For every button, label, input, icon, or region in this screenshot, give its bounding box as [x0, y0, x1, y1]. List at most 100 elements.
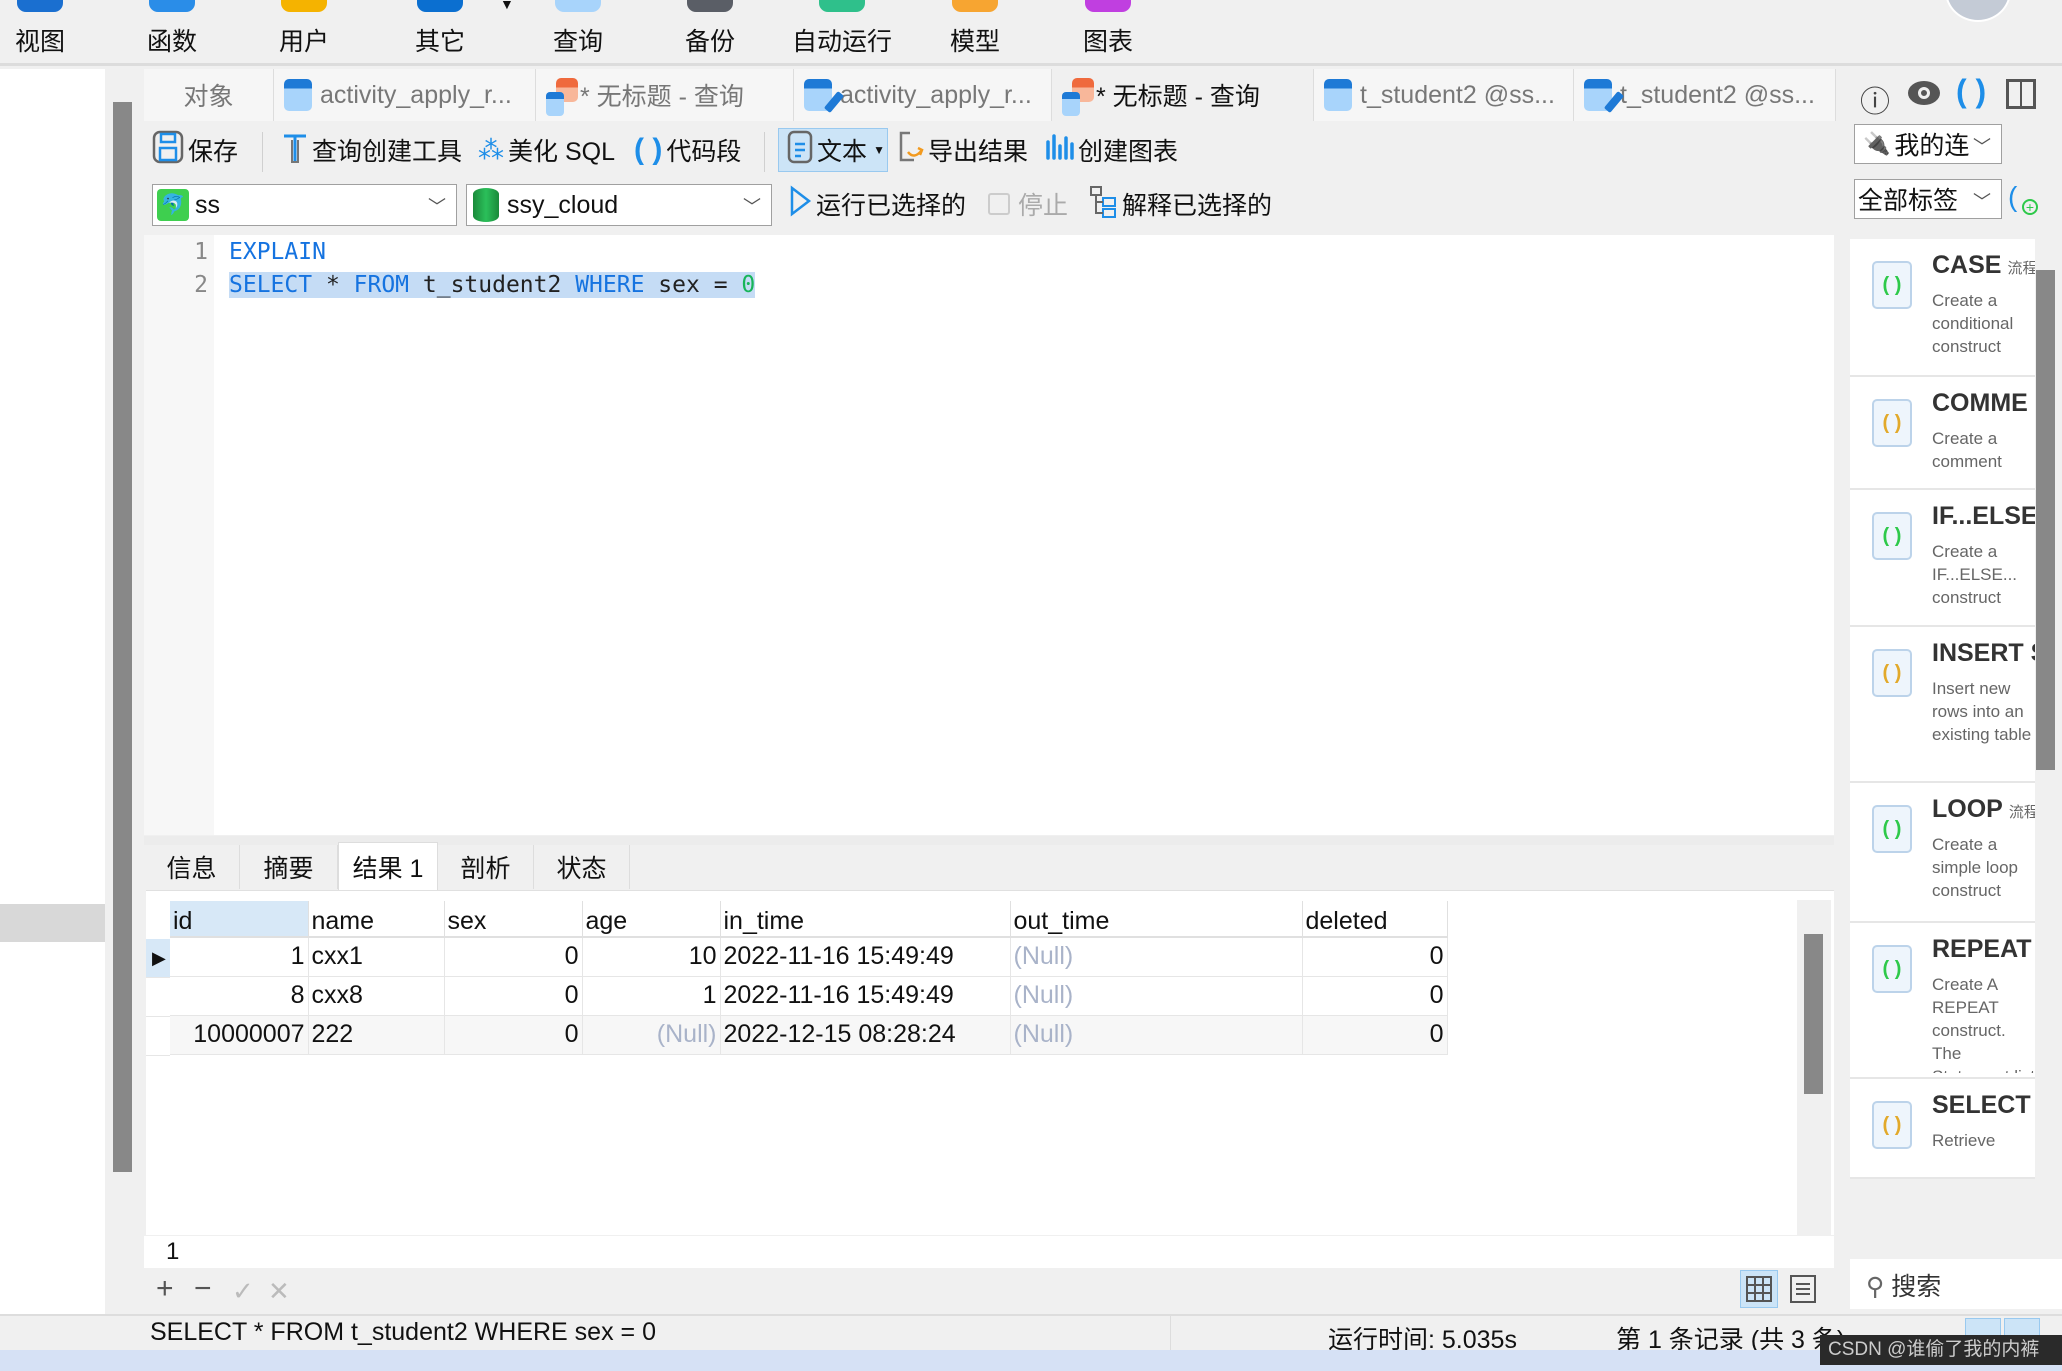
table-cell[interactable]: 2022-11-16 15:49:49 [720, 937, 1011, 977]
ribbon-item[interactable]: 模型 [915, 0, 1035, 62]
snippet-title: INSERT S [1932, 639, 2035, 668]
snippet-item[interactable]: ( ) REPEAT Create A REPEAT construct. The … [1850, 923, 2035, 1079]
table-cell[interactable]: 1 [170, 937, 309, 977]
sql-editor[interactable]: 1 EXPLAIN 2 SELECT * FROM t_student2 WHERE … [144, 235, 1834, 835]
ribbon-item[interactable]: 函数 [112, 0, 232, 62]
ribbon-item[interactable]: 备份 [650, 0, 770, 62]
export-results-button[interactable]: 导出结果 [896, 128, 1028, 172]
form-view-button[interactable] [1784, 1270, 1822, 1308]
result-tab[interactable]: 状态 [534, 845, 630, 889]
column-header[interactable]: name [308, 901, 445, 938]
column-header[interactable]: deleted [1302, 901, 1448, 938]
preview-eye-icon[interactable] [1908, 81, 1940, 105]
table-cell[interactable]: 222 [308, 1015, 445, 1055]
info-icon[interactable]: ⓘ [1860, 77, 1890, 121]
database-select[interactable]: ssy_cloud ﹀ [466, 184, 772, 226]
layout-grid-icon[interactable] [2006, 79, 2036, 109]
navigation-selected-item[interactable] [0, 904, 105, 942]
run-selected-button[interactable]: 运行已选择的 [788, 182, 966, 226]
table-cell[interactable]: 0 [444, 976, 583, 1016]
table-cell[interactable]: 0 [1302, 976, 1448, 1016]
snippet-item[interactable]: ( ) SELECT S Retrieve [1850, 1079, 2035, 1179]
save-label: 保存 [188, 138, 239, 166]
others-dropdown-icon[interactable]: ▼ [500, 0, 514, 12]
query-builder-button[interactable]: 查询创建工具 [282, 128, 462, 172]
code-snippet-button[interactable]: ( ) 代码段 [634, 128, 741, 172]
column-header[interactable]: id [170, 901, 309, 938]
discard-changes-icon[interactable]: ✕ [268, 1276, 290, 1307]
connection-filter-select[interactable]: 🔌 我的连 ﹀ [1854, 124, 2002, 164]
dropdown-arrow-icon[interactable]: ▼ [873, 143, 885, 157]
ribbon-item[interactable]: 自动运行 [782, 0, 902, 62]
row-marker[interactable]: ▶ [146, 939, 170, 978]
result-tab[interactable]: 结果 1 [338, 842, 438, 890]
table-cell[interactable]: cxx1 [308, 937, 445, 977]
add-row-icon[interactable]: + [156, 1272, 174, 1306]
row-marker[interactable] [146, 978, 170, 1017]
tab[interactable]: * 无标题 - 查询 [536, 69, 794, 121]
table-cell[interactable]: 0 [1302, 937, 1448, 977]
table-cell[interactable]: (Null) [1010, 937, 1303, 977]
snippet-search[interactable]: ⚲ 搜索 [1850, 1259, 2062, 1309]
tab[interactable]: 对象 [144, 69, 274, 121]
table-row[interactable]: 1 cxx1 0 10 2022-11-16 15:49:49 (Null) 0 [170, 937, 1448, 977]
table-row[interactable]: 10000007 222 0 (Null) 2022-12-15 08:28:24 (Nu… [170, 1015, 1448, 1055]
table-cell[interactable]: 10 [582, 937, 721, 977]
snippet-scrollbar[interactable] [2036, 270, 2055, 770]
snippet-item[interactable]: ( ) IF...ELSE Create a IF...ELSE... constr… [1850, 490, 2035, 627]
status-divider [1170, 1316, 1171, 1350]
table-cell[interactable]: 0 [444, 937, 583, 977]
ribbon-item[interactable]: 图表 [1048, 0, 1168, 62]
result-tab[interactable]: 信息 [144, 845, 240, 889]
snippet-brackets-icon[interactable]: ( ) [1956, 73, 1986, 110]
tab[interactable]: t_student2 @ss... [1574, 69, 1836, 121]
table-cell[interactable]: (Null) [1010, 976, 1303, 1016]
tag-filter-select[interactable]: 全部标签 ﹀ [1854, 179, 2002, 219]
ribbon-item[interactable]: 视图 [0, 0, 100, 62]
table-cell[interactable]: 1 [582, 976, 721, 1016]
ribbon-item[interactable]: 用户 [244, 0, 364, 62]
document-tabs: 对象 activity_apply_r... * 无标题 - 查询 activity_… [144, 69, 1836, 121]
delete-row-icon[interactable]: − [194, 1272, 212, 1306]
table-cell[interactable]: (Null) [582, 1015, 721, 1055]
table-cell[interactable]: 0 [1302, 1015, 1448, 1055]
snippet-item[interactable]: ( ) COMME Create a comment [1850, 377, 2035, 490]
result-tab[interactable]: 剖析 [438, 845, 534, 889]
column-header[interactable]: in_time [720, 901, 1011, 938]
table-cell[interactable]: 10000007 [170, 1015, 309, 1055]
beautify-sql-button[interactable]: ⁂ 美化 SQL [478, 128, 615, 172]
new-snippet-button[interactable]: (+ [2008, 181, 2038, 215]
explain-selected-button[interactable]: 解释已选择的 [1088, 182, 1272, 226]
create-chart-button[interactable]: 创建图表 [1044, 128, 1178, 172]
tab[interactable]: activity_apply_r... [794, 69, 1052, 121]
ribbon-item[interactable]: 其它 [380, 0, 500, 62]
tab-label: t_student2 @ss... [1620, 80, 1815, 109]
snippet-item[interactable]: ( ) LOOP 流程 Create a simple loop construct [1850, 783, 2035, 923]
table-cell[interactable]: 0 [444, 1015, 583, 1055]
apply-changes-icon[interactable]: ✓ [232, 1276, 254, 1307]
save-button[interactable]: 保存 [152, 128, 238, 172]
table-cell[interactable]: (Null) [1010, 1015, 1303, 1055]
table-row[interactable]: 8 cxx8 0 1 2022-11-16 15:49:49 (Null) 0 [170, 976, 1448, 1016]
text-mode-button[interactable]: 文本 ▼ [778, 128, 888, 172]
table-cell[interactable]: 2022-12-15 08:28:24 [720, 1015, 1011, 1055]
tab[interactable]: * 无标题 - 查询 [1052, 69, 1314, 121]
ribbon-item[interactable]: 查询 [518, 0, 638, 62]
grid-view-button[interactable] [1740, 1270, 1778, 1308]
connection-select[interactable]: 🐬 ss ﹀ [152, 184, 457, 226]
grid-vertical-scrollbar[interactable] [1804, 934, 1823, 1094]
table-cell[interactable]: 8 [170, 976, 309, 1016]
tab[interactable]: t_student2 @ss... [1314, 69, 1574, 121]
result-tab[interactable]: 摘要 [240, 845, 338, 889]
stop-button[interactable]: 停止 [988, 182, 1068, 226]
snippet-item[interactable]: ( ) INSERT S Insert new rows into an exist… [1850, 627, 2035, 783]
table-cell[interactable]: cxx8 [308, 976, 445, 1016]
row-marker[interactable] [146, 1017, 170, 1056]
column-header[interactable]: out_time [1010, 901, 1303, 938]
tab[interactable]: activity_apply_r... [274, 69, 536, 121]
snippet-item[interactable]: ( ) CASE 流程 Create a conditional construct [1850, 239, 2035, 377]
table-cell[interactable]: 2022-11-16 15:49:49 [720, 976, 1011, 1016]
navigation-scrollbar[interactable] [113, 102, 132, 1172]
column-header[interactable]: sex [444, 901, 583, 938]
column-header[interactable]: age [582, 901, 721, 938]
